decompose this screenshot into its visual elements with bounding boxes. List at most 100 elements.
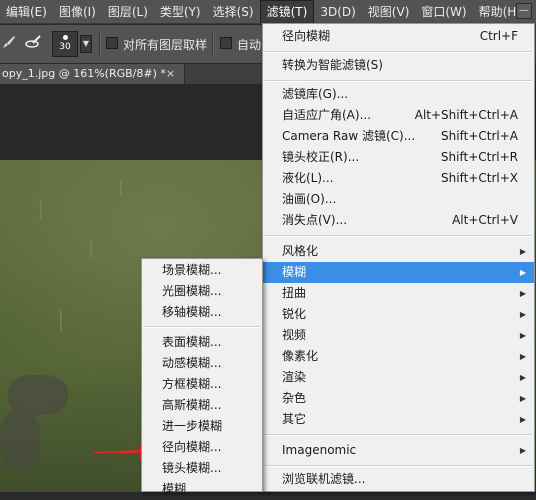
menu-item-label: 转换为智能滤镜(S) bbox=[282, 58, 383, 72]
photo-detail bbox=[40, 200, 42, 220]
menu-item-field-blur[interactable]: 场景模糊... bbox=[142, 260, 262, 281]
menu-bar: 编辑(E) 图像(I) 图层(L) 类型(Y) 选择(S) 滤镜(T) 3D(D… bbox=[0, 0, 536, 24]
menu-item-label: 方框模糊... bbox=[162, 377, 222, 391]
menu-filter[interactable]: 滤镜(T) bbox=[259, 0, 315, 23]
menu-item-label: 扭曲 bbox=[282, 286, 307, 300]
document-tab[interactable]: opy_1.jpg @ 161%(RGB/8#) * × bbox=[0, 64, 185, 84]
menu-item-other[interactable]: 其它 ▶ bbox=[263, 409, 534, 430]
document-title: opy_1.jpg @ 161%(RGB/8#) * bbox=[2, 67, 166, 80]
menu-item-imagenomic[interactable]: Imagenomic ▶ bbox=[263, 440, 534, 461]
menu-item-label: 像素化 bbox=[282, 349, 319, 363]
menu-edit[interactable]: 编辑(E) bbox=[0, 0, 53, 24]
menu-item-shortcut: Shift+Ctrl+R bbox=[440, 150, 518, 164]
menu-separator bbox=[265, 80, 532, 82]
menu-type[interactable]: 类型(Y) bbox=[154, 0, 207, 24]
triangle-right-icon: ▶ bbox=[519, 394, 526, 403]
menu-item-sharpen[interactable]: 锐化 ▶ bbox=[263, 304, 534, 325]
minimize-icon[interactable]: — bbox=[516, 3, 532, 19]
triangle-right-icon: ▶ bbox=[519, 446, 526, 455]
menu-item-oil-paint[interactable]: 油画(O)... bbox=[263, 189, 534, 210]
menu-item-surface-blur[interactable]: 表面模糊... bbox=[142, 332, 262, 353]
photo-detail bbox=[90, 240, 92, 258]
menu-item-label: 模糊 bbox=[162, 482, 187, 496]
menu-item-blur[interactable]: 模糊 ▶ bbox=[263, 262, 534, 283]
triangle-right-icon: ▶ bbox=[519, 268, 526, 277]
menu-item-label: 其它 bbox=[282, 412, 307, 426]
menu-item-shortcut: Ctrl+F bbox=[479, 29, 518, 43]
menu-item-video[interactable]: 视频 ▶ bbox=[263, 325, 534, 346]
photo-detail bbox=[60, 310, 62, 332]
triangle-right-icon: ▶ bbox=[519, 247, 526, 256]
menu-item-radial-blur[interactable]: 径向模糊... bbox=[142, 437, 262, 458]
menu-item-distort[interactable]: 扭曲 ▶ bbox=[263, 283, 534, 304]
close-icon[interactable]: × bbox=[166, 64, 175, 84]
menu-separator bbox=[265, 235, 532, 237]
menu-view[interactable]: 视图(V) bbox=[362, 0, 416, 24]
menu-item-last-filter[interactable]: 径向模糊 Ctrl+F bbox=[263, 26, 534, 47]
menu-item-browse-online-filters[interactable]: 浏览联机滤镜... bbox=[263, 469, 534, 490]
auto-label: 自动 bbox=[237, 38, 262, 52]
menu-item-tilt-shift[interactable]: 移轴模糊... bbox=[142, 302, 262, 323]
menu-item-label: 高斯模糊... bbox=[162, 398, 222, 412]
menu-item-label: Imagenomic bbox=[282, 443, 357, 457]
menu-item-label: 渲染 bbox=[282, 370, 307, 384]
menu-item-label: 模糊 bbox=[282, 265, 307, 279]
menu-item-label: 镜头校正(R)... bbox=[282, 150, 360, 164]
brush-dropdown-button[interactable]: ▼ bbox=[80, 35, 92, 53]
menu-item-label: 镜头模糊... bbox=[162, 461, 222, 475]
menu-item-liquify[interactable]: 液化(L)... Shift+Ctrl+X bbox=[263, 168, 534, 189]
sample-all-layers-checkbox[interactable] bbox=[106, 37, 118, 49]
menu-item-label: 视频 bbox=[282, 328, 307, 342]
menu-item-iris-blur[interactable]: 光圈模糊... bbox=[142, 281, 262, 302]
brush-mode-icon[interactable] bbox=[24, 34, 42, 52]
menu-separator bbox=[144, 326, 260, 328]
triangle-right-icon: ▶ bbox=[519, 331, 526, 340]
menu-item-label: 杂色 bbox=[282, 391, 307, 405]
menu-select[interactable]: 选择(S) bbox=[207, 0, 260, 24]
triangle-right-icon: ▶ bbox=[519, 289, 526, 298]
photo-detail bbox=[8, 375, 68, 415]
menu-item-blur[interactable]: 模糊 bbox=[142, 479, 262, 500]
menu-item-label: 进一步模糊 bbox=[162, 419, 223, 433]
brush-size-value: 30 bbox=[59, 42, 71, 52]
menu-item-adaptive-wide-angle[interactable]: 自适应广角(A)... Alt+Shift+Ctrl+A bbox=[263, 105, 534, 126]
menu-item-stylize[interactable]: 风格化 ▶ bbox=[263, 241, 534, 262]
menu-item-noise[interactable]: 杂色 ▶ bbox=[263, 388, 534, 409]
menu-item-lens-correction[interactable]: 镜头校正(R)... Shift+Ctrl+R bbox=[263, 147, 534, 168]
menu-item-gaussian-blur[interactable]: 高斯模糊... bbox=[142, 395, 262, 416]
menu-item-pixelate[interactable]: 像素化 ▶ bbox=[263, 346, 534, 367]
brush-tip-icon bbox=[62, 35, 68, 40]
menu-layer[interactable]: 图层(L) bbox=[102, 0, 154, 24]
menu-item-camera-raw[interactable]: Camera Raw 滤镜(C)... Shift+Ctrl+A bbox=[263, 126, 534, 147]
menu-item-filter-gallery[interactable]: 滤镜库(G)... bbox=[263, 84, 534, 105]
menu-item-vanishing-point[interactable]: 消失点(V)... Alt+Ctrl+V bbox=[263, 210, 534, 231]
menu-item-label: 径向模糊 bbox=[282, 29, 331, 43]
menu-3d[interactable]: 3D(D) bbox=[314, 0, 361, 24]
blur-submenu: 场景模糊... 光圈模糊... 移轴模糊... 表面模糊... 动感模糊... … bbox=[141, 258, 263, 496]
menu-item-label: 锐化 bbox=[282, 307, 307, 321]
menu-item-label: 自适应广角(A)... bbox=[282, 108, 372, 122]
menu-item-label: 滤镜库(G)... bbox=[282, 87, 349, 101]
filter-menu: 径向模糊 Ctrl+F 转换为智能滤镜(S) 滤镜库(G)... 自适应广角(A… bbox=[262, 23, 535, 492]
brush-icon[interactable] bbox=[0, 34, 18, 52]
menu-item-label: 液化(L)... bbox=[282, 171, 334, 185]
menu-item-shortcut: Alt+Shift+Ctrl+A bbox=[414, 108, 518, 122]
menu-item-motion-blur[interactable]: 动感模糊... bbox=[142, 353, 262, 374]
menu-item-box-blur[interactable]: 方框模糊... bbox=[142, 374, 262, 395]
menu-item-label: 浏览联机滤镜... bbox=[282, 472, 366, 486]
menu-window[interactable]: 窗口(W) bbox=[415, 0, 472, 24]
menu-item-lens-blur[interactable]: 镜头模糊... bbox=[142, 458, 262, 479]
menu-item-label: Camera Raw 滤镜(C)... bbox=[282, 129, 416, 143]
triangle-right-icon: ▶ bbox=[519, 310, 526, 319]
menu-item-label: 移轴模糊... bbox=[162, 305, 222, 319]
menu-item-label: 径向模糊... bbox=[162, 440, 222, 454]
menu-item-convert-smart-filters[interactable]: 转换为智能滤镜(S) bbox=[263, 55, 534, 76]
menu-item-shortcut: Alt+Ctrl+V bbox=[452, 213, 518, 227]
menu-item-blur-more[interactable]: 进一步模糊 bbox=[142, 416, 262, 437]
menu-image[interactable]: 图像(I) bbox=[53, 0, 102, 24]
menu-separator bbox=[265, 465, 532, 467]
auto-checkbox[interactable] bbox=[220, 37, 232, 49]
menu-item-render[interactable]: 渲染 ▶ bbox=[263, 367, 534, 388]
brush-size-picker[interactable]: 30 bbox=[52, 31, 78, 57]
menu-item-shortcut: Shift+Ctrl+A bbox=[441, 129, 518, 143]
